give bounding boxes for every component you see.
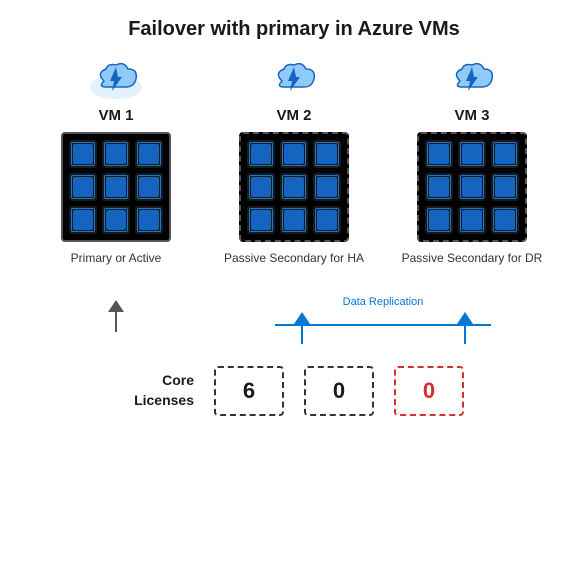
license-value-vm3: 0	[423, 378, 435, 404]
chip	[313, 140, 341, 168]
license-box-vm3: 0	[394, 366, 464, 416]
chip	[425, 206, 453, 234]
chip	[247, 206, 275, 234]
page-title: Failover with primary in Azure VMs	[128, 18, 460, 41]
chip	[458, 140, 486, 168]
chip	[491, 206, 519, 234]
vm3-box	[417, 132, 527, 242]
chip	[135, 206, 163, 234]
chip	[491, 140, 519, 168]
vm2-arrow-stem	[301, 324, 303, 344]
vm2-arrow-up	[294, 312, 310, 324]
vm1-description: Primary or Active	[71, 250, 162, 290]
chip	[458, 173, 486, 201]
chip	[135, 140, 163, 168]
chip	[247, 140, 275, 168]
chip	[247, 173, 275, 201]
cloud-icon-vm2	[264, 59, 324, 101]
vm3-arrow-up	[457, 312, 473, 324]
chip	[102, 206, 130, 234]
cloud-icon-vm1	[86, 59, 146, 101]
vm1-column: VM 1 Primary or Active	[42, 59, 190, 290]
vm1-box	[61, 132, 171, 242]
cloud-icon-vm3	[442, 59, 502, 101]
license-box-vm1: 6	[214, 366, 284, 416]
vm1-arrow-up	[108, 300, 124, 312]
chip	[102, 173, 130, 201]
vm2-label: VM 2	[276, 107, 311, 124]
chip	[313, 173, 341, 201]
vm2-column: VM 2 Passive Secondary for HA	[220, 59, 368, 290]
vm3-label: VM 3	[454, 107, 489, 124]
chip	[280, 173, 308, 201]
chip	[425, 140, 453, 168]
diagram-area: VM 1 Primary or Active VM 2	[0, 59, 588, 290]
chip	[280, 140, 308, 168]
chip	[313, 206, 341, 234]
vm1-label: VM 1	[98, 107, 133, 124]
vm3-arrow-stem	[464, 324, 466, 344]
chip	[425, 173, 453, 201]
chip	[458, 206, 486, 234]
chip	[491, 173, 519, 201]
replication-label: Data Replication	[343, 296, 424, 308]
chip	[69, 206, 97, 234]
licenses-label: CoreLicenses	[134, 371, 194, 410]
chip	[280, 206, 308, 234]
license-value-vm2: 0	[333, 378, 345, 404]
vm1-arrow-stem	[115, 312, 117, 332]
vm2-description: Passive Secondary for HA	[224, 250, 364, 290]
chip	[69, 173, 97, 201]
vm2-box	[239, 132, 349, 242]
vm3-column: VM 3 Passive Secondary for DR	[398, 59, 546, 290]
chip	[135, 173, 163, 201]
chip	[69, 140, 97, 168]
license-value-vm1: 6	[243, 378, 255, 404]
vm3-description: Passive Secondary for DR	[402, 250, 543, 290]
license-box-vm2: 0	[304, 366, 374, 416]
licenses-section: CoreLicenses 6 0 0	[0, 366, 588, 416]
chip	[102, 140, 130, 168]
